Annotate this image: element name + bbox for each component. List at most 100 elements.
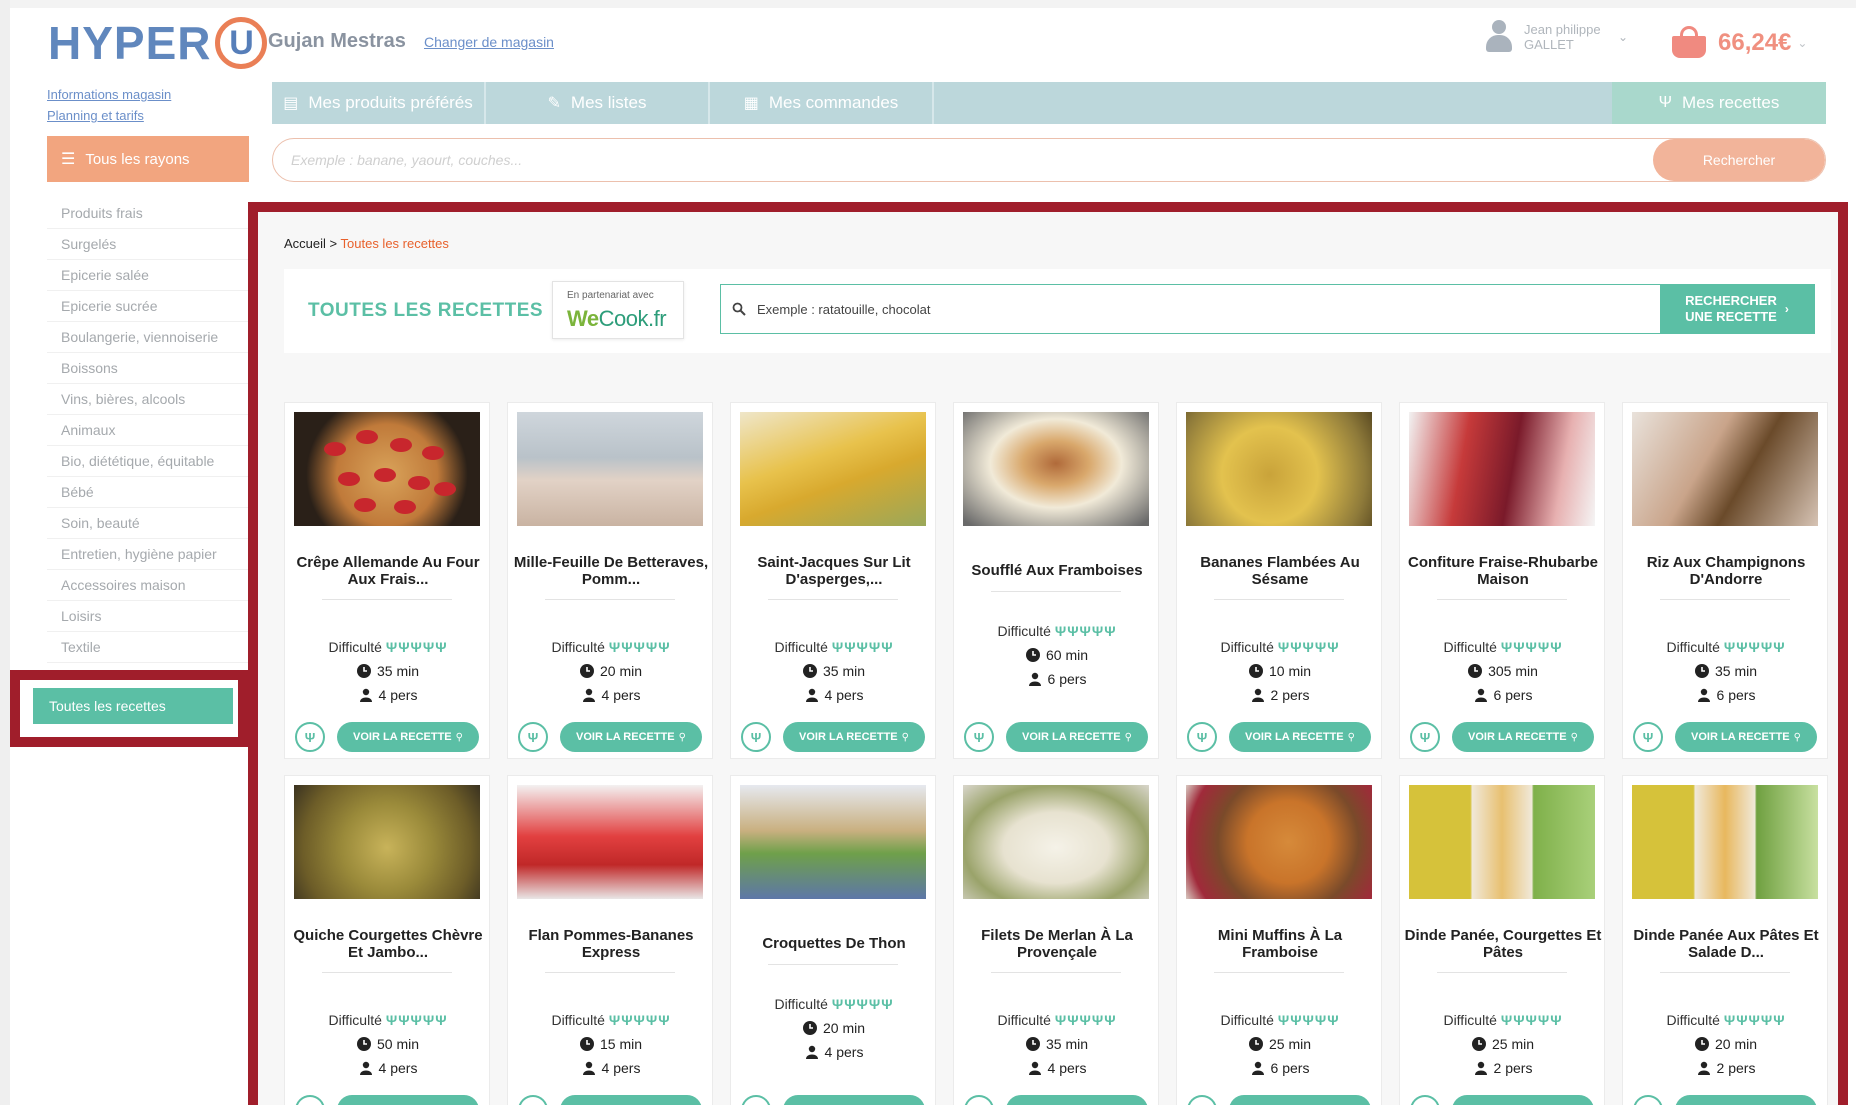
add-to-favorites-button[interactable]: Ψ [741, 1095, 771, 1105]
add-to-favorites-button[interactable]: Ψ [741, 722, 771, 752]
sidebar-item[interactable]: Boulangerie, viennoiserie [47, 322, 249, 353]
recipe-name[interactable]: Confiture Fraise-Rhubarbe Maison [1402, 554, 1604, 588]
search-input[interactable] [273, 139, 1653, 181]
recipe-name[interactable]: Dinde Panée, Courgettes Et Pâtes [1402, 927, 1604, 961]
add-to-favorites-button[interactable]: Ψ [295, 722, 325, 752]
recipe-image[interactable] [963, 412, 1149, 526]
recipe-search-input[interactable] [757, 285, 1660, 333]
sidebar-item[interactable]: Epicerie salée [47, 260, 249, 291]
recipe-name[interactable]: Croquettes De Thon [733, 935, 935, 952]
recipe-name[interactable]: Crêpe Allemande Au Four Aux Frais... [287, 554, 489, 588]
view-recipe-button[interactable]: VOIR LA RECETTE⚲ [337, 722, 479, 752]
add-to-favorites-button[interactable]: Ψ [1410, 1095, 1440, 1105]
recipe-card[interactable]: Dinde Panée, Courgettes Et Pâtes Difficul… [1399, 775, 1605, 1105]
recipe-card[interactable]: Soufflé Aux Framboises Difficulté ΨΨΨΨΨ 60 … [953, 402, 1159, 759]
view-recipe-button[interactable]: VOIR LA RECETTE⚲ [560, 1095, 702, 1105]
recipe-name[interactable]: Soufflé Aux Framboises [956, 562, 1158, 579]
view-recipe-button[interactable]: VOIR LA RECETTE⚲ [1452, 1095, 1594, 1105]
view-recipe-button[interactable]: VOIR LA RECETTE⚲ [1675, 722, 1817, 752]
breadcrumb-home[interactable]: Accueil [284, 236, 326, 251]
recipe-name[interactable]: Bananes Flambées Au Sésame [1179, 554, 1381, 588]
sidebar-item[interactable]: Animaux [47, 415, 249, 446]
sidebar-item[interactable]: Bio, diététique, équitable [47, 446, 249, 477]
add-to-favorites-button[interactable]: Ψ [1410, 722, 1440, 752]
sidebar-item[interactable]: Boissons [47, 353, 249, 384]
recipe-card[interactable]: Mille-Feuille De Betteraves, Pomm... Diff… [507, 402, 713, 759]
recipe-name[interactable]: Mini Muffins À La Framboise [1179, 927, 1381, 961]
all-departments-button[interactable]: ☰ Tous les rayons [47, 136, 249, 182]
recipe-name[interactable]: Mille-Feuille De Betteraves, Pomm... [510, 554, 712, 588]
recipe-image[interactable] [963, 785, 1149, 899]
recipe-name[interactable]: Riz Aux Champignons D'Andorre [1625, 554, 1827, 588]
add-to-favorites-button[interactable]: Ψ [964, 1095, 994, 1105]
recipe-image[interactable] [1186, 785, 1372, 899]
sidebar-item[interactable]: Accessoires maison [47, 570, 249, 601]
sidebar-item[interactable]: Produits frais [47, 198, 249, 229]
tab-recipes[interactable]: Ψ Mes recettes [1612, 82, 1826, 124]
recipe-name[interactable]: Dinde Panée Aux Pâtes Et Salade D... [1625, 927, 1827, 961]
view-recipe-button[interactable]: VOIR LA RECETTE⚲ [1006, 722, 1148, 752]
recipe-card[interactable]: Filets De Merlan À La Provençale Difficul… [953, 775, 1159, 1105]
cart[interactable]: 66,24€ ⌄ [1670, 26, 1807, 60]
recipe-image[interactable] [740, 412, 926, 526]
add-to-favorites-button[interactable]: Ψ [1187, 722, 1217, 752]
recipe-name[interactable]: Quiche Courgettes Chèvre Et Jambo... [287, 927, 489, 961]
tab-orders[interactable]: ▦ Mes commandes [710, 82, 934, 124]
hyper-u-logo[interactable]: HYPER U [48, 16, 268, 70]
view-recipe-button[interactable]: VOIR LA RECETTE⚲ [337, 1095, 479, 1105]
view-recipe-button[interactable]: VOIR LA RECETTE⚲ [1452, 722, 1594, 752]
recipe-image[interactable] [1632, 412, 1818, 526]
recipe-image[interactable] [517, 785, 703, 899]
sidebar-item[interactable]: Entretien, hygiène papier [47, 539, 249, 570]
tab-favorites[interactable]: ▤ Mes produits préférés [272, 82, 486, 124]
recipe-image[interactable] [1409, 412, 1595, 526]
add-to-favorites-button[interactable]: Ψ [1633, 722, 1663, 752]
planning-tarifs-link[interactable]: Planning et tarifs [47, 105, 171, 126]
recipe-image[interactable] [1186, 412, 1372, 526]
recipe-card[interactable]: Croquettes De Thon Difficulté ΨΨΨΨΨ 20 min 4… [730, 775, 936, 1105]
sidebar-item-recipes[interactable]: Toutes les recettes [33, 688, 233, 724]
sidebar-item[interactable]: Vins, bières, alcools [47, 384, 249, 415]
add-to-favorites-button[interactable]: Ψ [964, 722, 994, 752]
recipe-image[interactable] [294, 412, 480, 526]
add-to-favorites-button[interactable]: Ψ [518, 722, 548, 752]
recipe-image[interactable] [1632, 785, 1818, 899]
recipe-card[interactable]: Confiture Fraise-Rhubarbe Maison Difficul… [1399, 402, 1605, 759]
recipe-card[interactable]: Dinde Panée Aux Pâtes Et Salade D... Diff… [1622, 775, 1828, 1105]
recipe-card[interactable]: Saint-Jacques Sur Lit D'asperges,... Diff… [730, 402, 936, 759]
recipe-card[interactable]: Mini Muffins À La Framboise Difficulté ΨΨΨ… [1176, 775, 1382, 1105]
recipe-name[interactable]: Flan Pommes-Bananes Express [510, 927, 712, 961]
user-menu[interactable]: Jean philippe GALLET ⌄ [1484, 20, 1628, 54]
tab-lists[interactable]: ✎ Mes listes [486, 82, 710, 124]
add-to-favorites-button[interactable]: Ψ [1187, 1095, 1217, 1105]
recipe-image[interactable] [1409, 785, 1595, 899]
view-recipe-button[interactable]: VOIR LA RECETTE⚲ [783, 722, 925, 752]
sidebar-item[interactable]: Loisirs [47, 601, 249, 632]
view-recipe-button[interactable]: VOIR LA RECETTE⚲ [1229, 722, 1371, 752]
recipe-image[interactable] [294, 785, 480, 899]
recipe-search-button[interactable]: RECHERCHER UNE RECETTE › [1660, 285, 1814, 333]
add-to-favorites-button[interactable]: Ψ [518, 1095, 548, 1105]
recipe-name[interactable]: Saint-Jacques Sur Lit D'asperges,... [733, 554, 935, 588]
sidebar-item[interactable]: Surgelés [47, 229, 249, 260]
view-recipe-button[interactable]: VOIR LA RECETTE⚲ [1229, 1095, 1371, 1105]
sidebar-item[interactable]: Epicerie sucrée [47, 291, 249, 322]
view-recipe-button[interactable]: VOIR LA RECETTE⚲ [1675, 1095, 1817, 1105]
add-to-favorites-button[interactable]: Ψ [295, 1095, 325, 1105]
view-recipe-button[interactable]: VOIR LA RECETTE⚲ [783, 1095, 925, 1105]
recipe-image[interactable] [740, 785, 926, 899]
wecook-partner-badge[interactable]: En partenariat avec WeCook.fr [552, 281, 684, 339]
recipe-card[interactable]: Crêpe Allemande Au Four Aux Frais... Diff… [284, 402, 490, 759]
add-to-favorites-button[interactable]: Ψ [1633, 1095, 1663, 1105]
recipe-card[interactable]: Quiche Courgettes Chèvre Et Jambo... Diff… [284, 775, 490, 1105]
recipe-card[interactable]: Riz Aux Champignons D'Andorre Difficulté Ψ… [1622, 402, 1828, 759]
recipe-card[interactable]: Flan Pommes-Bananes Express Difficulté ΨΨΨ… [507, 775, 713, 1105]
view-recipe-button[interactable]: VOIR LA RECETTE⚲ [560, 722, 702, 752]
recipe-card[interactable]: Bananes Flambées Au Sésame Difficulté ΨΨΨΨ… [1176, 402, 1382, 759]
store-info-link[interactable]: Informations magasin [47, 84, 171, 105]
sidebar-item[interactable]: Bébé [47, 477, 249, 508]
sidebar-item[interactable]: Soin, beauté [47, 508, 249, 539]
sidebar-item[interactable]: Textile [47, 632, 249, 663]
change-store-link[interactable]: Changer de magasin [424, 34, 554, 50]
recipe-image[interactable] [517, 412, 703, 526]
